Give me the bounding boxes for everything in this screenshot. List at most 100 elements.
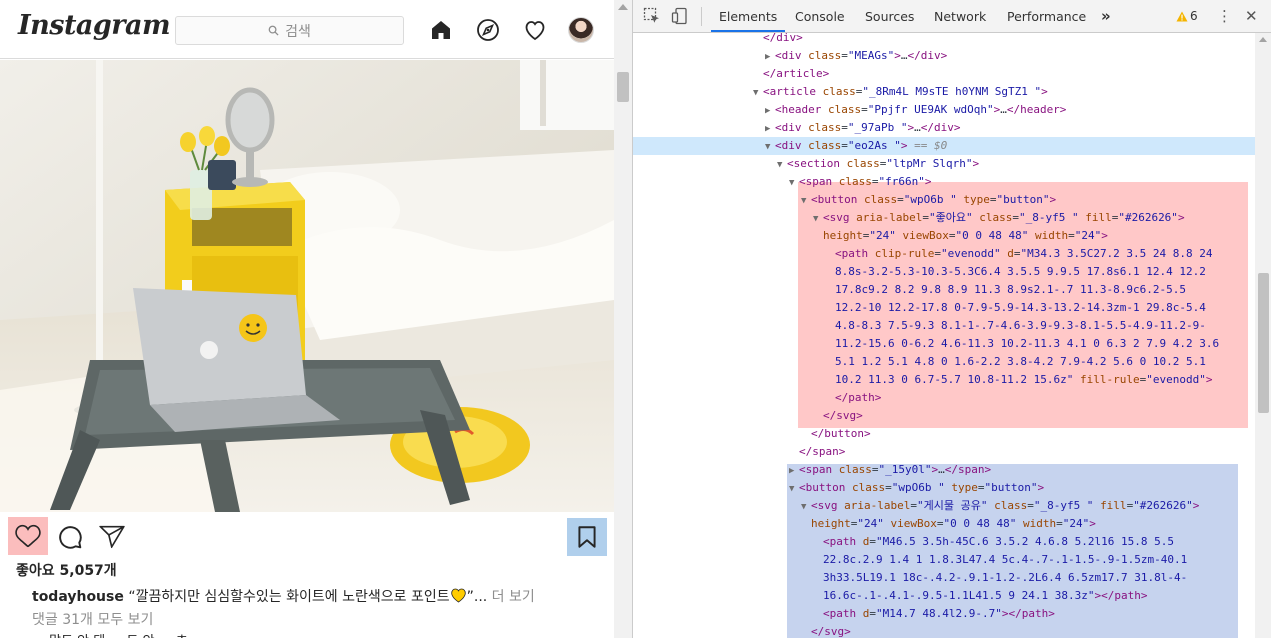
dom-node-row[interactable]: <path d="M14.7 48.4l2.9-.7"></path>: [633, 605, 1255, 623]
attr-value: "M46.5 3.5h-45C.6 3.5.2 4.6.8 5.2l16 15.…: [876, 535, 1175, 548]
dom-node-row[interactable]: ▶ <div class="_97aPb ">…</div>: [633, 119, 1255, 137]
dom-node-row[interactable]: </span>: [633, 443, 1255, 461]
dom-node-row[interactable]: 4.8-8.3 7.5-9.3 8.1-1-.7-4.6-3.9-9.3-8.1…: [633, 317, 1255, 335]
dom-node-row[interactable]: 10.2 11.3 0 6.7-5.7 10.8-11.2 15.6z" fil…: [633, 371, 1255, 389]
explore-icon[interactable]: [475, 17, 501, 43]
dom-node-row[interactable]: ▼ <svg aria-label="게시물 공유" class="_8-yf5 …: [633, 497, 1255, 515]
dom-node-row[interactable]: <path clip-rule="evenodd" d="M34.3 3.5C2…: [633, 245, 1255, 263]
attr-value: "fr66n": [878, 175, 925, 188]
comment-button[interactable]: [50, 518, 90, 556]
device-toolbar-icon[interactable]: [671, 7, 689, 25]
post-photo[interactable]: [0, 60, 614, 512]
dom-node-row[interactable]: height="24" viewBox="0 0 48 48" width="2…: [633, 227, 1255, 245]
save-button[interactable]: [567, 518, 607, 556]
dom-node-row[interactable]: <path d="M46.5 3.5h-45C.6 3.5.2 4.6.8 5.…: [633, 533, 1255, 551]
attr-value: "Ppjfr UE9AK wdOqh": [867, 103, 994, 116]
tab-sources[interactable]: Sources: [859, 0, 920, 32]
caption-text: “깔끔하지만 심심할수있는 화이트에 노란색으로 포인트: [128, 589, 450, 605]
dom-node-row[interactable]: 12.2-10 12.2-17.8 0-7.9-5.9-14.3-13.2-14…: [633, 299, 1255, 317]
opening-tag: <path: [835, 247, 869, 260]
dom-node-row[interactable]: ▶ <span class="_15y0l">…</span>: [633, 461, 1255, 479]
opening-tag: <path: [823, 607, 857, 620]
tab-performance[interactable]: Performance: [1001, 0, 1092, 32]
tag-bracket: ></path>: [1001, 607, 1055, 620]
dom-node-row[interactable]: 17.8c9.2 8.2 9.8 8.9 11.3 8.9s2.1-.7 11.…: [633, 281, 1255, 299]
search-input[interactable]: 검색: [175, 16, 404, 45]
dom-node-row[interactable]: </article>: [633, 65, 1255, 83]
elements-dom-tree[interactable]: ... </div>▶<div class="MEAGs">…</div></a…: [633, 33, 1255, 638]
attr-name: d: [1007, 247, 1014, 260]
tag-bracket: ></path>: [1094, 589, 1148, 602]
like-count[interactable]: 좋아요 5,057개: [16, 560, 117, 580]
attr-name: height: [811, 517, 851, 530]
page-scrollbar-thumb[interactable]: [617, 72, 629, 102]
tag-bracket: >: [1049, 193, 1057, 206]
more-options-icon[interactable]: ⋮: [1217, 8, 1232, 24]
scroll-up-arrow-icon[interactable]: [1259, 37, 1267, 42]
dom-node-row[interactable]: ▼ <button class="wpO6b " type="button">: [633, 479, 1255, 497]
dom-node-row[interactable]: 5.1 1.2 5.1 4.8 0 1.6-2.2 3.8-4.2 7.9-4.…: [633, 353, 1255, 371]
dom-node-row[interactable]: ▶ <header class="Ppjfr UE9AK wdOqh">…</he…: [633, 101, 1255, 119]
home-icon[interactable]: [428, 17, 454, 43]
tab-network[interactable]: Network: [928, 0, 992, 32]
attr-name: class: [827, 103, 862, 116]
heart-icon[interactable]: [522, 17, 548, 43]
devtools-toolbar: Elements Console Sources Network Perform…: [633, 0, 1271, 33]
dom-node-row[interactable]: 22.8c.2.9 1.4 1 1.8.3L47.4 5c.4-.7-.1-1.…: [633, 551, 1255, 569]
tab-elements[interactable]: Elements: [711, 0, 786, 32]
close-devtools-icon[interactable]: ✕: [1245, 7, 1258, 25]
inspect-element-icon[interactable]: [643, 7, 661, 25]
dom-node-row[interactable]: ▼ <button class="wpO6b " type="button">: [633, 191, 1255, 209]
more-tabs-button[interactable]: »: [1097, 0, 1115, 32]
dom-node-row[interactable]: ▶ <div class="MEAGs">…</div>: [633, 47, 1255, 65]
like-button[interactable]: [8, 517, 48, 555]
dom-node-row[interactable]: ▼ <article class="_8Rm4L M9sTE h0YNM SgTZ…: [633, 83, 1255, 101]
dom-node-row[interactable]: ▼ <div class="eo2As "> == $0: [633, 137, 1255, 155]
collapse-triangle-icon: ▼: [777, 160, 783, 170]
dom-node-row[interactable]: </path>: [633, 389, 1255, 407]
attr-value-continued: 17.8c9.2 8.2 9.8 8.9 11.3 8.9s2.1-.7 11.…: [835, 283, 1186, 296]
attr-name: clip-rule: [874, 247, 935, 260]
tab-console[interactable]: Console: [789, 0, 851, 32]
attr-name: fill: [1100, 499, 1127, 512]
dom-node-row[interactable]: 3h33.5L19.1 18c-.4.2-.9.1-1.2-.2L6.4 6.5…: [633, 569, 1255, 587]
dom-node-row[interactable]: 11.2-15.6 0-6.2 4.6-11.3 10.2-11.3 4.1 0…: [633, 335, 1255, 353]
attr-value: "_8-yf5 ": [1018, 211, 1079, 224]
opening-tag: <span: [799, 463, 833, 476]
view-all-comments-link[interactable]: 댓글 31개 모두 보기: [32, 609, 153, 629]
attr-value: "ltpMr Slqrh": [886, 157, 973, 170]
attr-name: aria-label: [856, 211, 923, 224]
devtools-scrollbar[interactable]: [1255, 33, 1271, 638]
collapse-triangle-icon: ▼: [813, 214, 819, 224]
attr-name: class: [863, 193, 898, 206]
expand-triangle-icon: ▶: [765, 52, 771, 62]
dom-node-row[interactable]: 8.8s-3.2-5.3-10.3-5.3C6.4 3.5.5 9.9.5 17…: [633, 263, 1255, 281]
devtools-scrollbar-thumb[interactable]: [1258, 273, 1269, 413]
attr-eq: =: [841, 121, 848, 134]
attr-value: "_8-yf5 ": [1033, 499, 1094, 512]
caption-username[interactable]: todayhouse: [32, 589, 124, 605]
profile-avatar[interactable]: [568, 17, 594, 43]
heart-icon: [15, 524, 41, 548]
dom-node-row[interactable]: 16.6c-.1-.4.1-.9.5-1.1L41.5 9 24.1 38.3z…: [633, 587, 1255, 605]
search-icon: [268, 25, 279, 36]
tag-bracket: >: [972, 157, 980, 170]
share-button[interactable]: [92, 518, 132, 556]
attr-value: "24": [857, 517, 884, 530]
warnings-counter[interactable]: 6: [1176, 9, 1198, 23]
instagram-logo[interactable]: Instagram: [18, 10, 171, 41]
dom-node-row[interactable]: </button>: [633, 425, 1255, 443]
dom-node-row[interactable]: ▼ <svg aria-label="좋아요" class="_8-yf5 " f…: [633, 209, 1255, 227]
caption-more-link[interactable]: 더 보기: [492, 589, 535, 605]
attr-name: type: [951, 481, 978, 494]
dom-node-row[interactable]: ▼ <span class="fr66n">: [633, 173, 1255, 191]
dom-node-row[interactable]: </svg>: [633, 623, 1255, 638]
share-icon: [99, 525, 125, 549]
dom-node-row[interactable]: </div>: [633, 33, 1255, 47]
dom-node-row[interactable]: height="24" viewBox="0 0 48 48" width="2…: [633, 515, 1255, 533]
scroll-up-arrow-icon[interactable]: [618, 4, 628, 10]
opening-tag: <svg: [811, 499, 838, 512]
page-scrollbar[interactable]: [614, 0, 632, 638]
dom-node-row[interactable]: ▼ <section class="ltpMr Slqrh">: [633, 155, 1255, 173]
dom-node-row[interactable]: </svg>: [633, 407, 1255, 425]
